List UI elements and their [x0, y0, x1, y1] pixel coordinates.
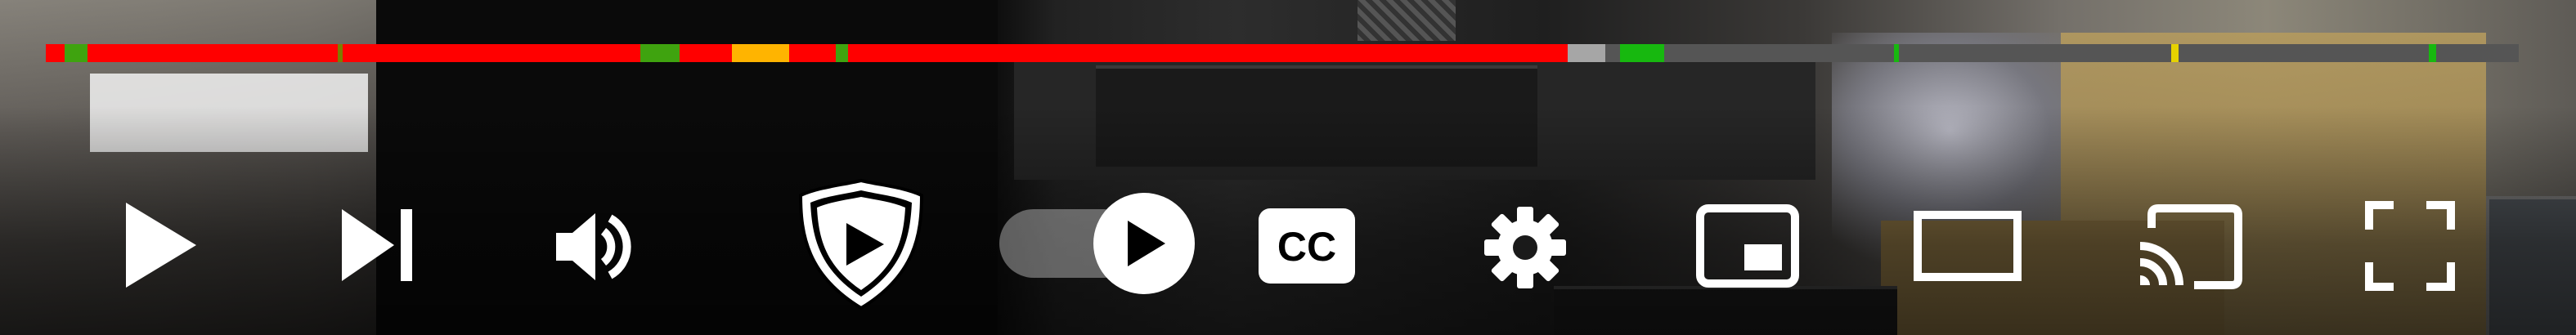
- theater-mode-button[interactable]: [1912, 209, 2023, 283]
- next-icon: [342, 209, 412, 281]
- next-button[interactable]: [339, 204, 417, 286]
- play-icon: [126, 203, 196, 288]
- volume-button[interactable]: [553, 208, 635, 286]
- captions-button[interactable]: CC: [1256, 206, 1358, 286]
- volume-icon: [556, 213, 631, 280]
- autoplay-toggle-icon: [1128, 221, 1165, 266]
- sponsorblock-shield-icon: [798, 178, 924, 310]
- sponsorblock-button[interactable]: [793, 176, 929, 312]
- cast-button[interactable]: [2134, 203, 2244, 291]
- autoplay-toggle[interactable]: [1093, 193, 1195, 294]
- captions-label: CC: [1277, 224, 1336, 270]
- player-controls: CC: [0, 0, 2576, 335]
- fullscreen-icon: [2365, 201, 2455, 291]
- miniplayer-button[interactable]: [1694, 203, 1801, 289]
- play-button[interactable]: [119, 196, 201, 294]
- fullscreen-button[interactable]: [2363, 199, 2457, 293]
- settings-button[interactable]: [1480, 203, 1570, 293]
- theater-mode-icon: [1914, 211, 2022, 281]
- video-player[interactable]: CC: [0, 0, 2576, 335]
- captions-icon: CC: [1259, 208, 1355, 284]
- cast-icon: [2139, 204, 2242, 289]
- gear-icon: [1484, 207, 1566, 288]
- miniplayer-icon: [1696, 204, 1799, 288]
